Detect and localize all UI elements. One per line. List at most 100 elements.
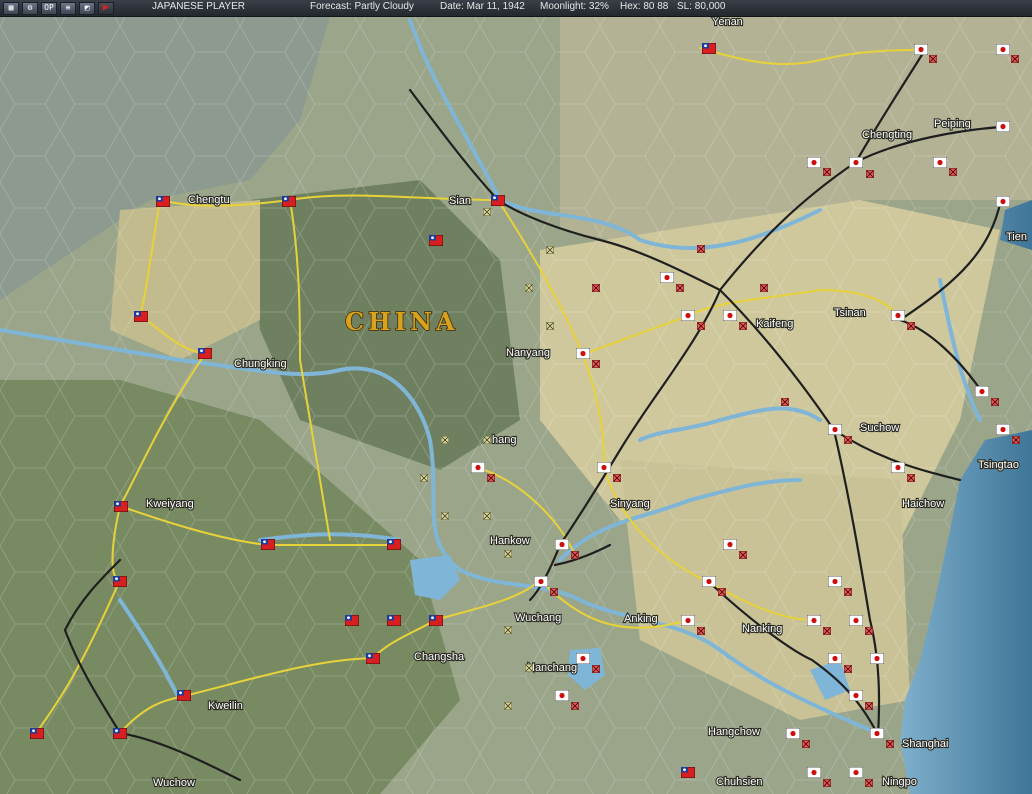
- chinese-base-icon: [387, 615, 401, 626]
- chinese-base-icon: [366, 653, 380, 664]
- japanese-base-icon: [681, 310, 695, 321]
- japanese-base-icon: [828, 653, 842, 664]
- top-status-bar: ▦ ⚙ OP ≡ ◩ ▶ JAPANESE PLAYER Forecast: P…: [0, 0, 1032, 17]
- unit-marker-icon: [865, 627, 873, 635]
- unit-marker-icon: [844, 665, 852, 673]
- city-label-nanchang: Nanchang: [527, 662, 577, 674]
- unit-marker-icon: [907, 474, 915, 482]
- city-label-suchow: Suchow: [860, 422, 899, 434]
- unit-marker-icon: [739, 551, 747, 559]
- city-label-chengtu: Chengtu: [188, 194, 230, 206]
- city-label-sian: Sian: [449, 195, 471, 207]
- chinese-base-icon: [491, 195, 505, 206]
- japanese-base-icon: [786, 728, 800, 739]
- unit-marker-icon: [613, 474, 621, 482]
- japanese-base-icon: [576, 653, 590, 664]
- supply-level-label: SL: 80,000: [677, 1, 726, 12]
- japanese-base-icon: [555, 539, 569, 550]
- options-icon[interactable]: ⚙: [22, 1, 38, 15]
- unit-marker-icon: [949, 168, 957, 176]
- minor-base-icon: [504, 626, 512, 634]
- op-icon[interactable]: OP: [41, 1, 57, 15]
- hex-label: Hex: 80 88: [620, 1, 669, 12]
- city-label-kweiyang: Kweiyang: [146, 498, 194, 510]
- unit-marker-icon: [929, 55, 937, 63]
- japanese-base-icon: [891, 310, 905, 321]
- city-label-peiping: Peiping: [934, 118, 971, 130]
- unit-marker-icon: [865, 702, 873, 710]
- japanese-base-icon: [828, 576, 842, 587]
- japanese-base-icon: [702, 576, 716, 587]
- city-label-tsinan: Tsinan: [834, 307, 866, 319]
- unit-marker-icon: [823, 168, 831, 176]
- chinese-base-icon: [114, 501, 128, 512]
- japanese-base-icon: [849, 690, 863, 701]
- minor-base-icon: [441, 436, 449, 444]
- japanese-base-icon: [914, 44, 928, 55]
- city-label-changsha: Changsha: [414, 651, 465, 663]
- japanese-base-icon: [975, 386, 989, 397]
- japanese-base-icon: [576, 348, 590, 359]
- unit-marker-icon: [697, 322, 705, 330]
- city-label-hankow: Hankow: [490, 535, 530, 547]
- minor-base-icon: [546, 322, 554, 330]
- unit-marker-icon: [592, 284, 600, 292]
- unit-marker-icon: [886, 740, 894, 748]
- chinese-base-icon: [345, 615, 359, 626]
- minor-base-icon: [504, 702, 512, 710]
- japanese-base-icon: [597, 462, 611, 473]
- japanese-base-icon: [996, 196, 1010, 207]
- chinese-base-icon: [156, 196, 170, 207]
- unit-marker-icon: [823, 627, 831, 635]
- unit-marker-icon: [592, 360, 600, 368]
- japanese-base-icon: [849, 157, 863, 168]
- unit-marker-icon: [739, 322, 747, 330]
- chinese-base-icon: [681, 767, 695, 778]
- japanese-base-icon: [828, 424, 842, 435]
- chinese-base-icon: [198, 348, 212, 359]
- chinese-base-icon: [387, 539, 401, 550]
- unit-marker-icon: [571, 551, 579, 559]
- chinese-base-icon: [282, 196, 296, 207]
- minor-base-icon: [483, 436, 491, 444]
- unit-marker-icon: [697, 627, 705, 635]
- japanese-base-icon: [849, 767, 863, 778]
- japanese-base-icon: [870, 728, 884, 739]
- play-icon[interactable]: ▶: [98, 1, 114, 15]
- unit-marker-icon: [1012, 436, 1020, 444]
- unit-marker-icon: [487, 474, 495, 482]
- unit-marker-icon: [718, 588, 726, 596]
- unit-marker-icon: [571, 702, 579, 710]
- japanese-base-icon: [723, 539, 737, 550]
- japanese-base-icon: [807, 615, 821, 626]
- map-icon[interactable]: ▦: [3, 1, 19, 15]
- japanese-base-icon: [660, 272, 674, 283]
- japanese-base-icon: [534, 576, 548, 587]
- city-label-nanking: Nanking: [742, 623, 782, 635]
- chinese-base-icon: [30, 728, 44, 739]
- game-map[interactable]: CHINA Yenan Peiping Chengting Chengtu Si…: [0, 16, 1032, 794]
- unit-marker-icon: [802, 740, 810, 748]
- city-label-kaifeng: Kaifeng: [756, 318, 793, 330]
- japanese-base-icon: [849, 615, 863, 626]
- unit-marker-icon: [823, 779, 831, 787]
- window-icon[interactable]: ◩: [79, 1, 95, 15]
- city-label-sinyang: Sinyang: [610, 498, 650, 510]
- date-label: Date: Mar 11, 1942: [440, 1, 525, 12]
- unit-marker-icon: [781, 398, 789, 406]
- city-label-shanghai: Shanghai: [902, 738, 949, 750]
- chinese-base-icon: [429, 615, 443, 626]
- city-label-wuchow: Wuchow: [153, 777, 195, 789]
- moonlight-label: Moonlight: 32%: [540, 1, 609, 12]
- japanese-base-icon: [996, 121, 1010, 132]
- city-label-chuhsien: Chuhsien: [716, 776, 762, 788]
- minor-base-icon: [525, 664, 533, 672]
- unit-marker-icon: [592, 665, 600, 673]
- list-icon[interactable]: ≡: [60, 1, 76, 15]
- japanese-base-icon: [891, 462, 905, 473]
- minor-base-icon: [483, 512, 491, 520]
- japanese-base-icon: [471, 462, 485, 473]
- chinese-base-icon: [113, 728, 127, 739]
- unit-marker-icon: [844, 588, 852, 596]
- unit-marker-icon: [760, 284, 768, 292]
